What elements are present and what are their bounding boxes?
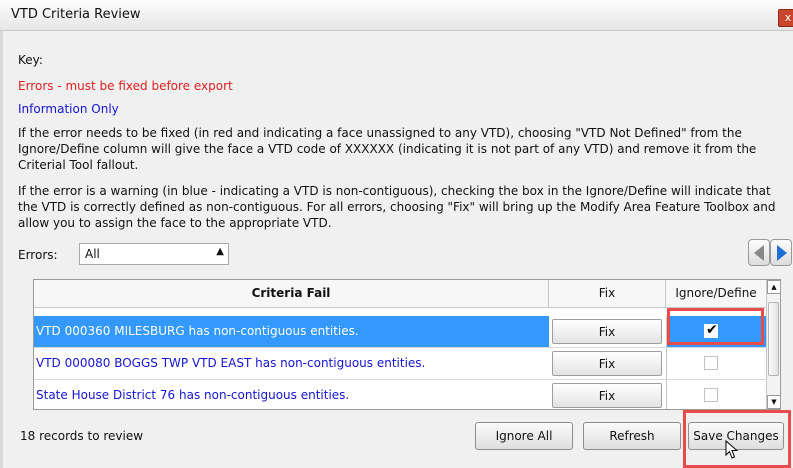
criteria-text: State House District 76 has non-contiguo… <box>36 388 350 402</box>
criteria-text: VTD 000360 MILESBURG has non-contiguous … <box>36 324 359 338</box>
triangle-right-icon <box>777 245 787 261</box>
fix-cell: Fix <box>549 348 667 379</box>
info-legend: Information Only <box>18 102 119 116</box>
window-title: VTD Criteria Review <box>11 7 141 22</box>
instruction-paragraph-1: If the error needs to be fixed (in red a… <box>18 126 757 172</box>
ignore-all-button[interactable]: Ignore All <box>475 422 573 450</box>
close-button[interactable]: x <box>778 9 793 27</box>
scroll-down-icon[interactable]: ▼ <box>767 395 780 409</box>
title-bar: VTD Criteria Review x <box>0 0 793 31</box>
table-row[interactable]: VTD 000080 BOGGS TWP VTD EAST has non-co… <box>34 348 766 380</box>
close-icon: x <box>784 11 792 24</box>
next-button[interactable] <box>770 239 792 266</box>
criteria-text: VTD 000080 BOGGS TWP VTD EAST has non-co… <box>36 356 426 370</box>
errors-filter-value: All <box>85 247 100 261</box>
fix-cell: Fix <box>549 380 667 409</box>
table-row[interactable]: State House District 76 has non-contiguo… <box>34 380 766 409</box>
column-header-criteria[interactable]: Criteria Fail <box>34 280 549 308</box>
errors-filter-label: Errors: <box>18 248 58 262</box>
records-count: 18 records to review <box>20 429 144 443</box>
scroll-up-icon[interactable]: ▲ <box>767 280 780 294</box>
mouse-cursor-icon <box>725 440 739 459</box>
window-edge <box>0 31 3 468</box>
column-header-fix[interactable]: Fix <box>549 280 666 308</box>
checkbox-highlight-box <box>667 308 764 345</box>
column-header-ignore[interactable]: Ignore/Define <box>666 280 766 308</box>
table-row[interactable]: VTD 000360 MILESBURG has non-contiguous … <box>34 316 766 348</box>
fix-button[interactable]: Fix <box>552 319 662 344</box>
ignore-checkbox[interactable] <box>704 356 718 370</box>
key-label: Key: <box>18 53 43 67</box>
errors-legend: Errors - must be fixed before export <box>18 79 233 93</box>
refresh-button[interactable]: Refresh <box>583 422 681 450</box>
table-scrollbar[interactable]: ▲ ▼ <box>766 280 780 409</box>
previous-button[interactable] <box>748 239 770 266</box>
errors-filter-select[interactable]: All ▲ <box>79 243 229 265</box>
fix-button[interactable]: Fix <box>552 351 662 376</box>
fix-button[interactable]: Fix <box>552 383 662 408</box>
ignore-checkbox[interactable] <box>704 388 718 402</box>
select-arrows-icon: ▲ <box>216 246 224 257</box>
fix-cell: Fix <box>549 316 667 347</box>
instruction-paragraph-2: If the error is a warning (in blue - ind… <box>18 184 776 230</box>
triangle-left-icon <box>754 245 764 261</box>
scroll-thumb[interactable] <box>768 302 779 376</box>
